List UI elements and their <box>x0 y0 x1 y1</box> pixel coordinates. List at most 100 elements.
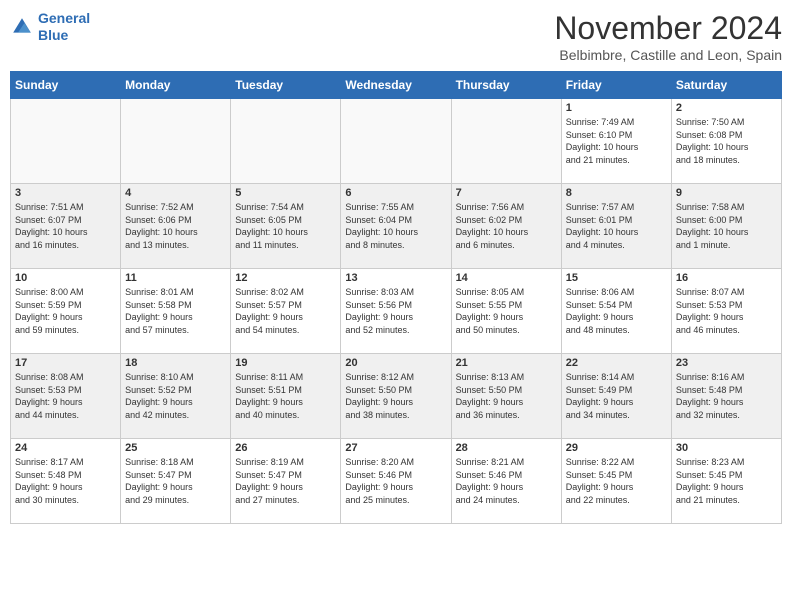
day-info: Sunrise: 8:10 AM Sunset: 5:52 PM Dayligh… <box>125 371 226 421</box>
day-info: Sunrise: 7:52 AM Sunset: 6:06 PM Dayligh… <box>125 201 226 251</box>
day-number: 13 <box>345 272 446 284</box>
calendar-week-row: 17Sunrise: 8:08 AM Sunset: 5:53 PM Dayli… <box>11 354 782 439</box>
calendar-cell: 19 Sunrise: 8:11 AM Sunset: 5:51 PM Dayli… <box>231 354 341 439</box>
calendar-cell: 18Sunrise: 8:10 AM Sunset: 5:52 PM Dayli… <box>121 354 231 439</box>
col-header-friday: Friday <box>561 72 671 99</box>
day-number: 30 <box>676 442 777 454</box>
calendar-cell: 28 Sunrise: 8:21 AM Sunset: 5:46 PM Dayli… <box>451 439 561 524</box>
logo-text: General Blue <box>38 10 90 44</box>
calendar-week-row: 3 Sunrise: 7:51 AM Sunset: 6:07 PM Daylig… <box>11 184 782 269</box>
col-header-saturday: Saturday <box>671 72 781 99</box>
day-number: 11 <box>125 272 226 284</box>
calendar-cell <box>341 99 451 184</box>
calendar-cell: 5 Sunrise: 7:54 AM Sunset: 6:05 PM Daylig… <box>231 184 341 269</box>
day-number: 27 <box>345 442 446 454</box>
calendar-cell: 1 Sunrise: 7:49 AM Sunset: 6:10 PM Daylig… <box>561 99 671 184</box>
day-number: 2 <box>676 102 777 114</box>
day-number: 7 <box>456 187 557 199</box>
calendar-cell: 16Sunrise: 8:07 AM Sunset: 5:53 PM Dayli… <box>671 269 781 354</box>
day-info: Sunrise: 8:14 AM Sunset: 5:49 PM Dayligh… <box>566 371 667 421</box>
day-number: 19 <box>235 357 336 369</box>
calendar-week-row: 24 Sunrise: 8:17 AM Sunset: 5:48 PM Dayli… <box>11 439 782 524</box>
day-number: 8 <box>566 187 667 199</box>
day-info: Sunrise: 7:50 AM Sunset: 6:08 PM Dayligh… <box>676 116 777 166</box>
day-number: 10 <box>15 272 116 284</box>
calendar-cell: 21Sunrise: 8:13 AM Sunset: 5:50 PM Dayli… <box>451 354 561 439</box>
day-number: 6 <box>345 187 446 199</box>
day-info: Sunrise: 8:22 AM Sunset: 5:45 PM Dayligh… <box>566 456 667 506</box>
month-title: November 2024 <box>554 10 782 47</box>
day-number: 23 <box>676 357 777 369</box>
calendar-cell <box>451 99 561 184</box>
day-number: 9 <box>676 187 777 199</box>
calendar-cell: 14Sunrise: 8:05 AM Sunset: 5:55 PM Dayli… <box>451 269 561 354</box>
calendar-cell: 2 Sunrise: 7:50 AM Sunset: 6:08 PM Daylig… <box>671 99 781 184</box>
day-info: Sunrise: 8:18 AM Sunset: 5:47 PM Dayligh… <box>125 456 226 506</box>
location: Belbimbre, Castille and Leon, Spain <box>554 47 782 63</box>
day-number: 29 <box>566 442 667 454</box>
calendar-cell: 13 Sunrise: 8:03 AM Sunset: 5:56 PM Dayli… <box>341 269 451 354</box>
day-number: 28 <box>456 442 557 454</box>
calendar-cell: 9 Sunrise: 7:58 AM Sunset: 6:00 PM Daylig… <box>671 184 781 269</box>
day-info: Sunrise: 8:12 AM Sunset: 5:50 PM Dayligh… <box>345 371 446 421</box>
day-number: 16 <box>676 272 777 284</box>
calendar-week-row: 10Sunrise: 8:00 AM Sunset: 5:59 PM Dayli… <box>11 269 782 354</box>
day-number: 3 <box>15 187 116 199</box>
day-info: Sunrise: 8:20 AM Sunset: 5:46 PM Dayligh… <box>345 456 446 506</box>
calendar-cell: 23 Sunrise: 8:16 AM Sunset: 5:48 PM Dayli… <box>671 354 781 439</box>
calendar-header-row: SundayMondayTuesdayWednesdayThursdayFrid… <box>11 72 782 99</box>
calendar-cell: 4 Sunrise: 7:52 AM Sunset: 6:06 PM Daylig… <box>121 184 231 269</box>
day-info: Sunrise: 7:49 AM Sunset: 6:10 PM Dayligh… <box>566 116 667 166</box>
day-info: Sunrise: 8:21 AM Sunset: 5:46 PM Dayligh… <box>456 456 557 506</box>
col-header-sunday: Sunday <box>11 72 121 99</box>
logo-icon <box>10 15 34 39</box>
logo-line1: General <box>38 10 90 26</box>
calendar-cell: 17Sunrise: 8:08 AM Sunset: 5:53 PM Dayli… <box>11 354 121 439</box>
day-number: 5 <box>235 187 336 199</box>
calendar-cell: 24 Sunrise: 8:17 AM Sunset: 5:48 PM Dayli… <box>11 439 121 524</box>
logo-line2: Blue <box>38 27 68 43</box>
calendar-table: SundayMondayTuesdayWednesdayThursdayFrid… <box>10 71 782 524</box>
day-number: 1 <box>566 102 667 114</box>
day-info: Sunrise: 8:03 AM Sunset: 5:56 PM Dayligh… <box>345 286 446 336</box>
day-info: Sunrise: 8:19 AM Sunset: 5:47 PM Dayligh… <box>235 456 336 506</box>
calendar-cell: 27 Sunrise: 8:20 AM Sunset: 5:46 PM Dayli… <box>341 439 451 524</box>
calendar-week-row: 1 Sunrise: 7:49 AM Sunset: 6:10 PM Daylig… <box>11 99 782 184</box>
day-number: 24 <box>15 442 116 454</box>
calendar-cell <box>121 99 231 184</box>
col-header-tuesday: Tuesday <box>231 72 341 99</box>
page-header: General Blue November 2024 Belbimbre, Ca… <box>10 10 782 63</box>
day-info: Sunrise: 7:55 AM Sunset: 6:04 PM Dayligh… <box>345 201 446 251</box>
day-number: 14 <box>456 272 557 284</box>
day-info: Sunrise: 7:56 AM Sunset: 6:02 PM Dayligh… <box>456 201 557 251</box>
col-header-monday: Monday <box>121 72 231 99</box>
day-info: Sunrise: 8:01 AM Sunset: 5:58 PM Dayligh… <box>125 286 226 336</box>
calendar-cell: 7 Sunrise: 7:56 AM Sunset: 6:02 PM Daylig… <box>451 184 561 269</box>
day-info: Sunrise: 8:13 AM Sunset: 5:50 PM Dayligh… <box>456 371 557 421</box>
day-info: Sunrise: 7:51 AM Sunset: 6:07 PM Dayligh… <box>15 201 116 251</box>
calendar-cell <box>11 99 121 184</box>
day-info: Sunrise: 8:16 AM Sunset: 5:48 PM Dayligh… <box>676 371 777 421</box>
col-header-wednesday: Wednesday <box>341 72 451 99</box>
col-header-thursday: Thursday <box>451 72 561 99</box>
day-info: Sunrise: 8:02 AM Sunset: 5:57 PM Dayligh… <box>235 286 336 336</box>
day-info: Sunrise: 7:54 AM Sunset: 6:05 PM Dayligh… <box>235 201 336 251</box>
calendar-cell: 26 Sunrise: 8:19 AM Sunset: 5:47 PM Dayli… <box>231 439 341 524</box>
calendar-cell: 20Sunrise: 8:12 AM Sunset: 5:50 PM Dayli… <box>341 354 451 439</box>
day-number: 4 <box>125 187 226 199</box>
day-info: Sunrise: 8:06 AM Sunset: 5:54 PM Dayligh… <box>566 286 667 336</box>
day-number: 17 <box>15 357 116 369</box>
calendar-cell: 22Sunrise: 8:14 AM Sunset: 5:49 PM Dayli… <box>561 354 671 439</box>
day-number: 12 <box>235 272 336 284</box>
calendar-cell: 30 Sunrise: 8:23 AM Sunset: 5:45 PM Dayli… <box>671 439 781 524</box>
calendar-cell: 10Sunrise: 8:00 AM Sunset: 5:59 PM Dayli… <box>11 269 121 354</box>
logo: General Blue <box>10 10 90 44</box>
calendar-cell: 3 Sunrise: 7:51 AM Sunset: 6:07 PM Daylig… <box>11 184 121 269</box>
calendar-cell: 6 Sunrise: 7:55 AM Sunset: 6:04 PM Daylig… <box>341 184 451 269</box>
day-info: Sunrise: 7:58 AM Sunset: 6:00 PM Dayligh… <box>676 201 777 251</box>
day-info: Sunrise: 8:23 AM Sunset: 5:45 PM Dayligh… <box>676 456 777 506</box>
day-number: 26 <box>235 442 336 454</box>
day-info: Sunrise: 8:17 AM Sunset: 5:48 PM Dayligh… <box>15 456 116 506</box>
day-info: Sunrise: 8:11 AM Sunset: 5:51 PM Dayligh… <box>235 371 336 421</box>
calendar-cell: 29 Sunrise: 8:22 AM Sunset: 5:45 PM Dayli… <box>561 439 671 524</box>
